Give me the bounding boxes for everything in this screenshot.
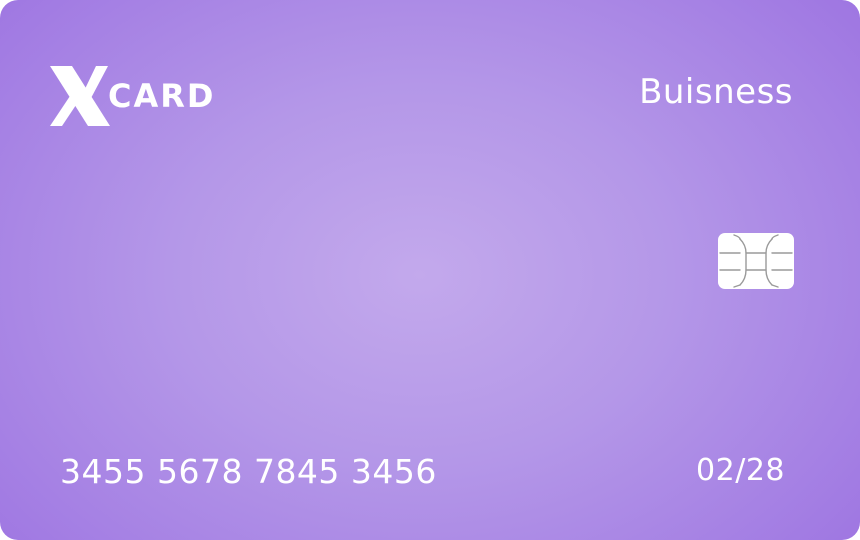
logo-text: CARD [108, 77, 216, 115]
brand-logo: CARD [50, 66, 213, 128]
expiry-date: 02/28 [696, 453, 785, 488]
credit-card: CARD Buisness 3455 5678 7845 3456 02/28 [0, 0, 860, 540]
card-number: 3455 5678 7845 3456 [60, 452, 437, 491]
x-logo-icon [50, 66, 110, 126]
card-type-label: Buisness [639, 72, 793, 112]
chip-icon [718, 233, 794, 289]
